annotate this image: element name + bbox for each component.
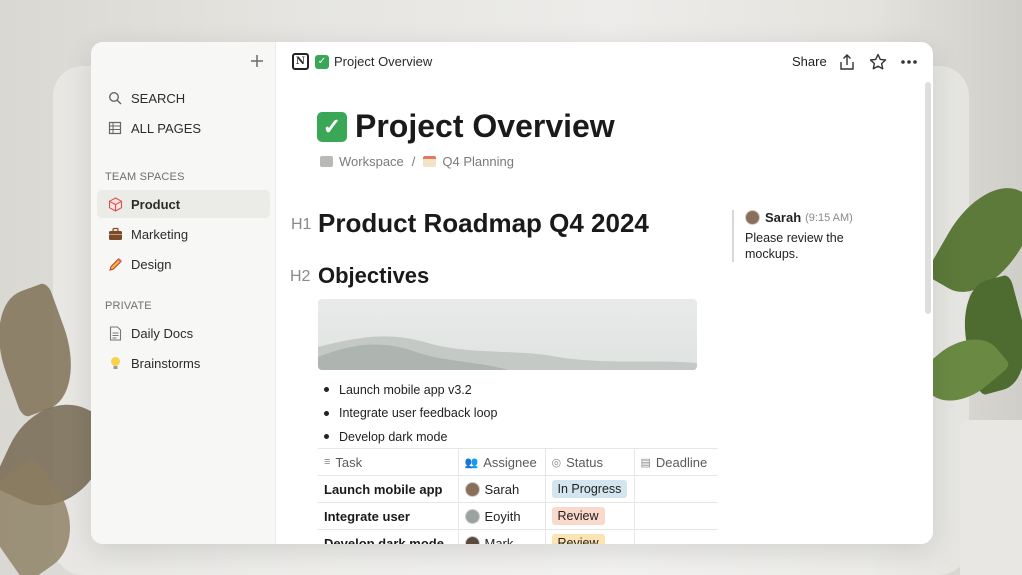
task-cell[interactable]: Develop dark mode xyxy=(318,529,459,544)
plus-icon xyxy=(251,55,263,67)
status-badge: Review xyxy=(551,534,605,544)
calendar-icon xyxy=(423,156,437,167)
calendar-icon: ▤ xyxy=(640,456,651,469)
scrollbar[interactable] xyxy=(925,82,931,314)
comment-author: Sarah xyxy=(765,210,802,225)
avatar xyxy=(464,535,480,544)
table-icon xyxy=(107,120,123,136)
sidebar-item-design[interactable]: Design xyxy=(97,250,270,278)
breadcrumb: Workspace / Q4 Planning xyxy=(320,154,514,169)
status-cell[interactable]: Review xyxy=(544,529,635,544)
sidebar-item-product[interactable]: Product xyxy=(97,190,270,218)
main-content: N ✓ Project Overview Share ✓ Project Ove… xyxy=(276,42,933,544)
h2-marker: H2 xyxy=(290,268,311,285)
briefcase-icon xyxy=(107,226,123,242)
h1-marker: H1 xyxy=(291,216,312,233)
sidebar-item-label: Marketing xyxy=(131,226,189,242)
table-row[interactable]: Launch mobile app Sarah In Progress xyxy=(318,475,718,503)
deadline-cell[interactable] xyxy=(633,529,718,544)
deadline-cell[interactable] xyxy=(633,475,718,503)
star-icon xyxy=(869,53,887,70)
sidebar-item-label: Design xyxy=(131,256,172,272)
top-bar: N ✓ Project Overview Share xyxy=(276,42,933,82)
assignee-cell[interactable]: Eoyith xyxy=(457,502,546,530)
text-lines-icon: ≡ xyxy=(324,456,331,468)
status-badge: In Progress xyxy=(551,480,628,498)
cube-icon xyxy=(107,196,123,212)
assignee-cell[interactable]: Sarah xyxy=(457,475,546,503)
sidebar-item-label: ALL PAGES xyxy=(131,120,202,136)
breadcrumb-separator: / xyxy=(411,154,416,169)
task-cell[interactable]: Launch mobile app xyxy=(318,475,459,503)
assignee-cell[interactable]: Mark xyxy=(457,529,546,544)
favorite-button[interactable] xyxy=(867,51,889,73)
avatar xyxy=(464,508,480,524)
bullet-list: Launch mobile app v3.2 Integrate user fe… xyxy=(324,378,497,449)
pencil-icon xyxy=(107,256,123,272)
sidebar-item-all-pages[interactable]: ALL PAGES xyxy=(97,114,270,142)
task-cell[interactable]: Integrate user xyxy=(318,502,459,530)
column-header-assignee[interactable]: 👥 Assignee xyxy=(457,448,546,476)
page-title-text: Project Overview xyxy=(355,108,615,144)
sidebar-item-search[interactable]: SEARCH xyxy=(97,84,270,112)
comment-thread[interactable]: Sarah (9:15 AM) Please review the mockup… xyxy=(732,210,882,262)
status-cell[interactable]: In Progress xyxy=(544,475,635,503)
app-window: SEARCH ALL PAGES TEAM SPACES Product Mar… xyxy=(91,42,933,544)
notion-logo-icon: N xyxy=(292,53,309,70)
column-header-deadline[interactable]: ▤ Deadline xyxy=(633,448,718,476)
section-title-team-spaces: TEAM SPACES xyxy=(105,171,185,183)
column-header-status[interactable]: ◎ Status xyxy=(544,448,635,476)
sidebar-item-daily-docs[interactable]: Daily Docs xyxy=(97,319,270,347)
sidebar-item-label: Brainstorms xyxy=(131,355,201,371)
more-horizontal-icon xyxy=(901,60,917,64)
lightbulb-icon xyxy=(107,355,123,371)
folder-icon xyxy=(320,156,333,167)
heading-2[interactable]: Objectives xyxy=(318,263,429,289)
top-breadcrumb[interactable]: N ✓ Project Overview xyxy=(292,53,432,70)
section-title-private: PRIVATE xyxy=(105,300,152,312)
breadcrumb-item-q4-planning[interactable]: Q4 Planning xyxy=(442,154,514,169)
comment-time: (9:15 AM) xyxy=(805,211,853,224)
status-circle-icon: ◎ xyxy=(551,456,562,469)
column-header-task[interactable]: ≡ Task xyxy=(318,448,459,476)
sidebar-item-label: Product xyxy=(131,196,181,212)
heading-1[interactable]: Product Roadmap Q4 2024 xyxy=(318,208,649,239)
document-icon xyxy=(107,325,123,341)
table-header-row: ≡ Task 👥 Assignee ◎ Status ▤ Deadline xyxy=(318,448,718,476)
comment-text: Please review the mockups. xyxy=(745,231,844,261)
sidebar-item-marketing[interactable]: Marketing xyxy=(97,220,270,248)
table-row[interactable]: Integrate user Eoyith Review xyxy=(318,502,718,530)
more-options-button[interactable] xyxy=(898,51,920,73)
page-title[interactable]: ✓ Project Overview xyxy=(317,108,615,145)
checkmark-icon: ✓ xyxy=(317,111,347,142)
list-item[interactable]: Integrate user feedback loop xyxy=(324,402,497,426)
list-item[interactable]: Launch mobile app v3.2 xyxy=(324,378,497,402)
checkmark-icon: ✓ xyxy=(315,54,329,69)
sidebar: SEARCH ALL PAGES TEAM SPACES Product Mar… xyxy=(91,42,276,544)
upload-icon xyxy=(840,53,854,70)
banner-image xyxy=(318,299,697,370)
new-page-button[interactable] xyxy=(246,52,268,74)
deadline-cell[interactable] xyxy=(633,502,718,530)
sidebar-item-label: SEARCH xyxy=(131,90,186,106)
status-cell[interactable]: Review xyxy=(544,502,635,530)
people-icon: 👥 xyxy=(464,456,479,469)
sidebar-item-brainstorms[interactable]: Brainstorms xyxy=(97,349,270,377)
avatar xyxy=(464,481,480,497)
list-item[interactable]: Develop dark mode xyxy=(324,425,497,449)
plant-pot xyxy=(960,420,1022,575)
breadcrumb-item-workspace[interactable]: Workspace xyxy=(339,154,404,169)
status-badge: Review xyxy=(551,507,605,525)
database-table: ≡ Task 👥 Assignee ◎ Status ▤ Deadline Launch… xyxy=(318,448,718,544)
top-page-name: Project Overview xyxy=(334,54,433,69)
table-row[interactable]: Develop dark mode Mark Review xyxy=(318,529,718,544)
export-button[interactable] xyxy=(836,51,858,73)
avatar xyxy=(745,210,760,225)
sidebar-item-label: Daily Docs xyxy=(131,325,194,341)
share-button[interactable]: Share xyxy=(792,54,827,69)
search-icon xyxy=(107,90,123,106)
